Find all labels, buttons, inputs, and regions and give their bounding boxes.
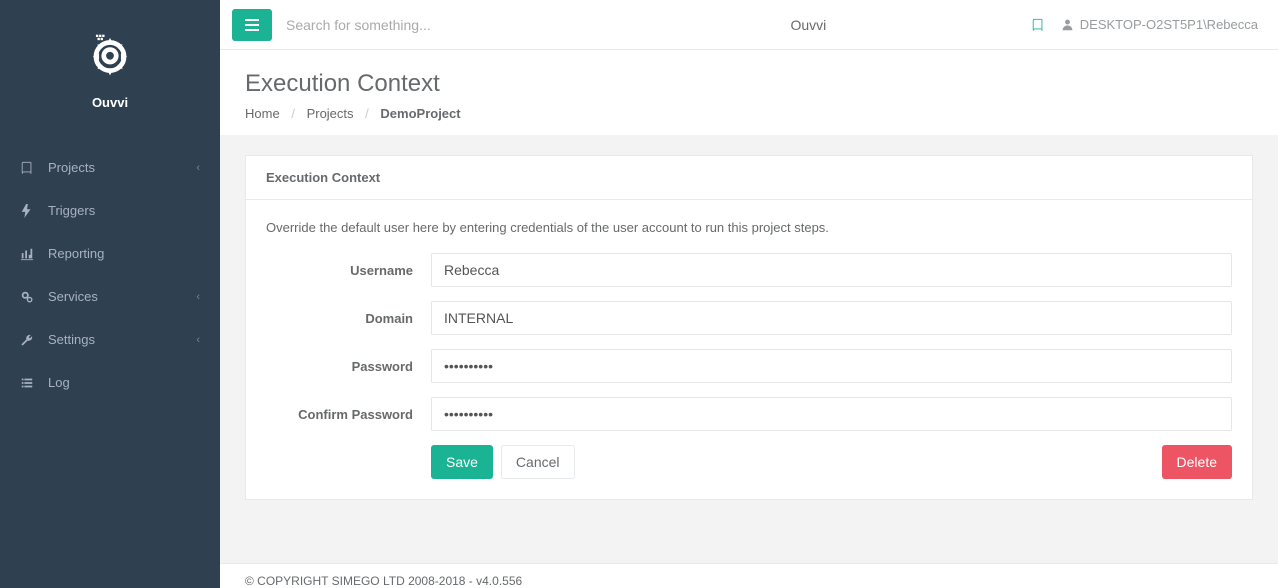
form-actions: Save Cancel Delete: [266, 445, 1232, 479]
page-heading: Execution Context Home / Projects / Demo…: [220, 50, 1278, 135]
wrench-icon: [20, 333, 40, 347]
main-area: Ouvvi DESKTOP-O2ST5P1\Rebecca Execution …: [220, 0, 1278, 588]
username-label: Username: [266, 263, 431, 278]
sidebar: Ouvvi Projects ‹ Triggers Reporting Serv…: [0, 0, 220, 588]
bolt-icon: [20, 204, 40, 218]
topbar-right: DESKTOP-O2ST5P1\Rebecca: [1031, 17, 1258, 32]
breadcrumb-sep: /: [291, 106, 295, 121]
sidebar-item-projects[interactable]: Projects ‹: [0, 146, 220, 189]
book-icon: [20, 161, 40, 175]
password-label: Password: [266, 359, 431, 374]
user-icon: [1061, 18, 1074, 31]
sidebar-item-label: Projects: [48, 160, 95, 175]
breadcrumb: Home / Projects / DemoProject: [245, 106, 1253, 121]
list-icon: [20, 376, 40, 390]
sidebar-item-triggers[interactable]: Triggers: [0, 189, 220, 232]
form-row-password: Password: [266, 349, 1232, 383]
chevron-left-icon: ‹: [196, 334, 200, 346]
password-input[interactable]: [431, 349, 1232, 383]
user-block[interactable]: DESKTOP-O2ST5P1\Rebecca: [1061, 17, 1258, 32]
gears-icon: [20, 290, 40, 304]
execution-context-card: Execution Context Override the default u…: [245, 155, 1253, 500]
breadcrumb-current: DemoProject: [380, 106, 460, 121]
user-display: DESKTOP-O2ST5P1\Rebecca: [1080, 17, 1258, 32]
cancel-button[interactable]: Cancel: [501, 445, 575, 479]
brand-logo-icon: [82, 30, 138, 80]
delete-button[interactable]: Delete: [1162, 445, 1232, 479]
confirm-password-input[interactable]: [431, 397, 1232, 431]
sidebar-item-label: Triggers: [48, 203, 95, 218]
form-row-confirm-password: Confirm Password: [266, 397, 1232, 431]
breadcrumb-home[interactable]: Home: [245, 106, 280, 121]
form-row-username: Username: [266, 253, 1232, 287]
breadcrumb-sep: /: [365, 106, 369, 121]
sidebar-item-label: Reporting: [48, 246, 104, 261]
search-input[interactable]: [286, 17, 586, 33]
toggle-sidebar-button[interactable]: [232, 9, 272, 41]
footer-text: © COPYRIGHT SIMEGO LTD 2008-2018 - v4.0.…: [245, 574, 522, 588]
book-icon[interactable]: [1031, 18, 1045, 32]
chevron-left-icon: ‹: [196, 162, 200, 174]
domain-label: Domain: [266, 311, 431, 326]
card-title: Execution Context: [246, 156, 1252, 200]
breadcrumb-projects[interactable]: Projects: [307, 106, 354, 121]
form-row-domain: Domain: [266, 301, 1232, 335]
sidebar-item-label: Log: [48, 375, 70, 390]
page-title: Execution Context: [245, 70, 1253, 98]
sidebar-item-label: Settings: [48, 332, 95, 347]
sidebar-item-log[interactable]: Log: [0, 361, 220, 404]
sidebar-item-label: Services: [48, 289, 98, 304]
brand-name: Ouvvi: [0, 95, 220, 110]
save-button[interactable]: Save: [431, 445, 493, 479]
content: Execution Context Override the default u…: [220, 135, 1278, 563]
help-text: Override the default user here by enteri…: [266, 220, 1232, 235]
username-input[interactable]: [431, 253, 1232, 287]
sidebar-item-services[interactable]: Services ‹: [0, 275, 220, 318]
footer: © COPYRIGHT SIMEGO LTD 2008-2018 - v4.0.…: [220, 563, 1278, 588]
sidebar-item-settings[interactable]: Settings ‹: [0, 318, 220, 361]
chart-icon: [20, 247, 40, 261]
domain-input[interactable]: [431, 301, 1232, 335]
chevron-left-icon: ‹: [196, 291, 200, 303]
confirm-password-label: Confirm Password: [266, 407, 431, 422]
bars-icon: [245, 19, 259, 31]
app-name: Ouvvi: [586, 17, 1031, 33]
brand-block: Ouvvi: [0, 0, 220, 122]
topbar: Ouvvi DESKTOP-O2ST5P1\Rebecca: [220, 0, 1278, 50]
sidebar-item-reporting[interactable]: Reporting: [0, 232, 220, 275]
sidebar-nav: Projects ‹ Triggers Reporting Services ‹…: [0, 146, 220, 404]
card-body: Override the default user here by enteri…: [246, 200, 1252, 499]
